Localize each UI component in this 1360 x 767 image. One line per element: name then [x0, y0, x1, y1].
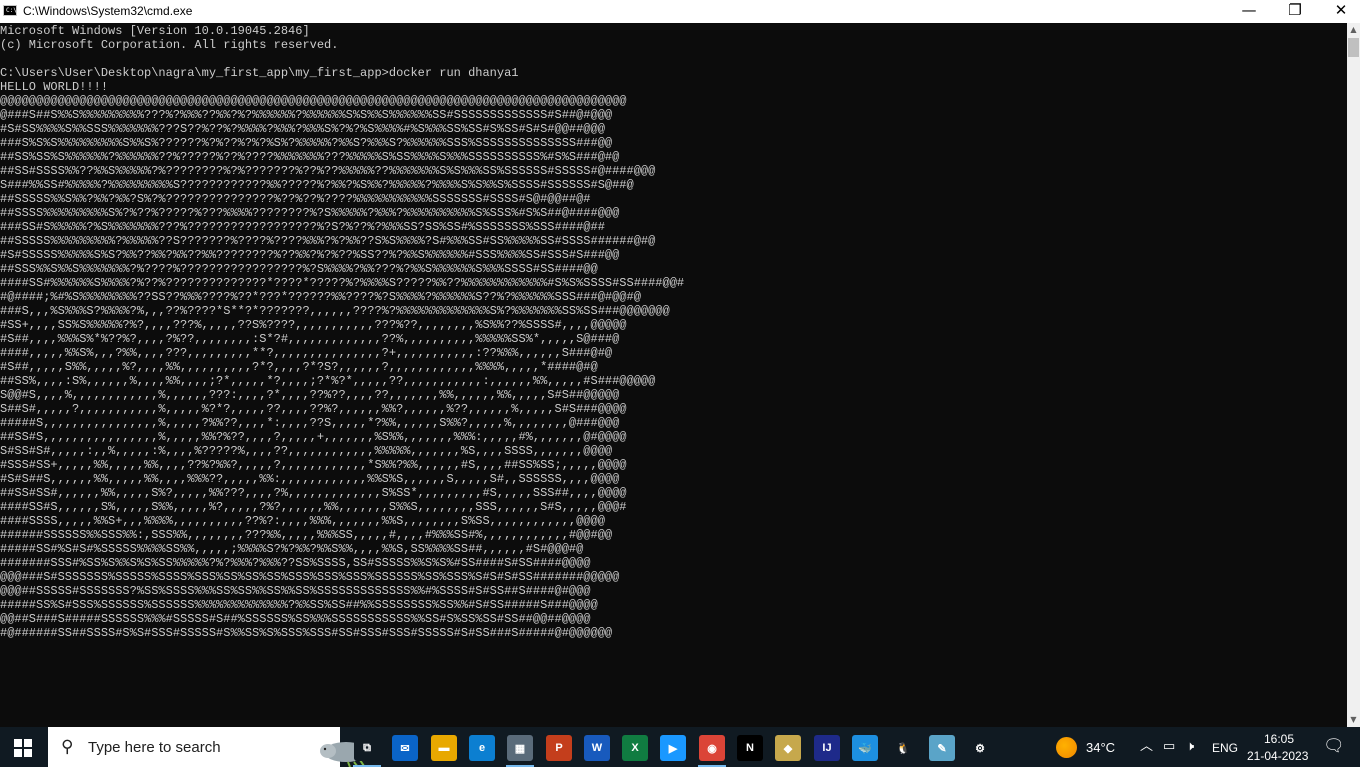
task-view-icon[interactable]: ⧉ [354, 735, 380, 761]
docker-icon[interactable]: 🐳 [852, 735, 878, 761]
cmd-app-icon[interactable]: C:\ [3, 5, 17, 16]
terminal-text: Microsoft Windows [Version 10.0.19045.28… [0, 24, 685, 640]
language-indicator[interactable]: ENG [1212, 741, 1238, 755]
weather-sun-icon[interactable] [1056, 737, 1077, 758]
window-title: C:\Windows\System32\cmd.exe [23, 4, 193, 18]
taskbar: ⚲ Type here to search ⧉ ✉ ▬ e ▦ P W X ▶ ◉ N ◆ IJ 🐳 🐧 ✎ ⚙… [0, 727, 1360, 767]
battery-icon[interactable]: ▭ [1163, 739, 1175, 753]
mail-icon[interactable]: ✉ [392, 735, 418, 761]
linux-icon[interactable]: 🐧 [890, 735, 916, 761]
windows-start-icon[interactable] [14, 739, 32, 757]
clock-date[interactable]: 21-04-2023 [1247, 749, 1308, 763]
terminal-output-area[interactable]: Microsoft Windows [Version 10.0.19045.28… [0, 23, 1347, 727]
maximize-button[interactable]: ❐ [1272, 0, 1318, 23]
git-icon[interactable]: ◆ [775, 735, 801, 761]
scroll-down-arrow-icon[interactable]: ▼ [1347, 713, 1360, 727]
settings-icon[interactable]: ⚙ [967, 735, 993, 761]
calculator-icon[interactable]: ▦ [507, 735, 533, 761]
file-explorer-icon[interactable]: ▬ [431, 735, 457, 761]
cmd-app-icon-label: C:\ [6, 7, 17, 14]
scroll-thumb[interactable] [1348, 38, 1359, 57]
notifications-icon[interactable]: 🗨 [1323, 737, 1345, 755]
intellij-icon[interactable]: IJ [814, 735, 840, 761]
search-icon: ⚲ [61, 737, 74, 757]
close-button[interactable]: ✕ [1318, 0, 1360, 23]
scroll-up-arrow-icon[interactable]: ▲ [1347, 23, 1360, 37]
title-bar[interactable]: C:\ C:\Windows\System32\cmd.exe — ❐ ✕ [0, 0, 1360, 23]
prime-video-icon[interactable]: ▶ [660, 735, 686, 761]
netflix-icon[interactable]: N [737, 735, 763, 761]
minimize-button[interactable]: — [1226, 0, 1272, 23]
search-placeholder: Type here to search [88, 739, 221, 756]
clock-time[interactable]: 16:05 [1264, 732, 1294, 746]
show-hidden-icons-chevron-icon[interactable]: ︿ [1140, 739, 1153, 753]
vertical-scrollbar[interactable]: ▲ ▼ [1347, 23, 1360, 727]
notepad-icon[interactable]: ✎ [929, 735, 955, 761]
speaker-muted-icon[interactable]: 🕨 [1186, 739, 1194, 753]
taskbar-search-box[interactable]: ⚲ Type here to search [48, 727, 368, 767]
excel-icon[interactable]: X [622, 735, 648, 761]
word-icon[interactable]: W [584, 735, 610, 761]
edge-icon[interactable]: e [469, 735, 495, 761]
chrome-icon[interactable]: ◉ [699, 735, 725, 761]
weather-temperature[interactable]: 34°C [1086, 741, 1115, 755]
powerpoint-icon[interactable]: P [546, 735, 572, 761]
